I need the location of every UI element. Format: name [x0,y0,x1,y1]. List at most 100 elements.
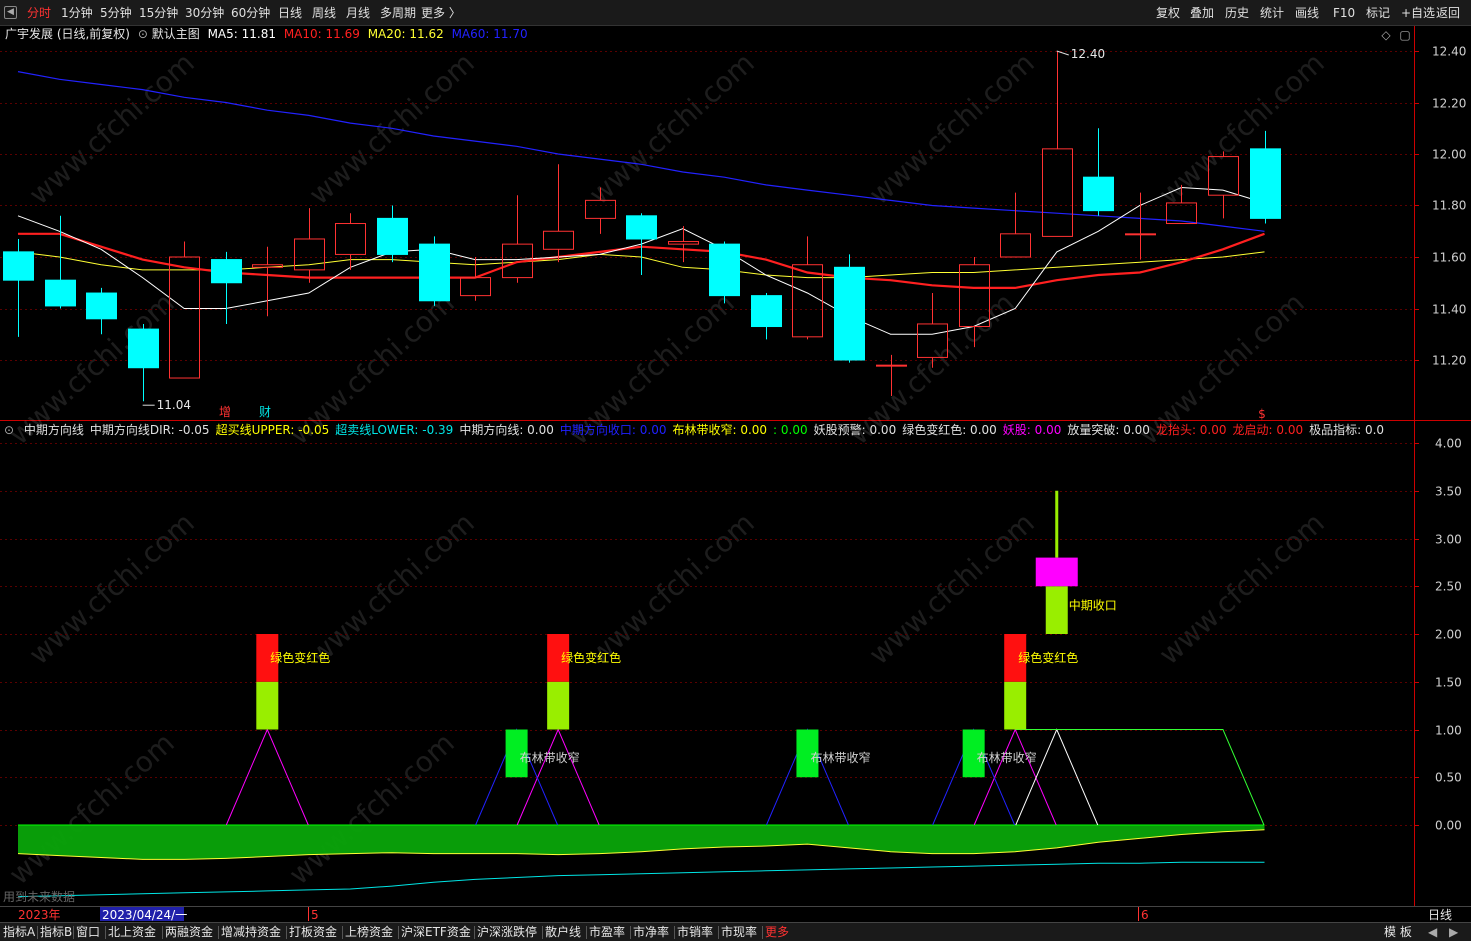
tool-button-6[interactable]: 标记 [1366,5,1390,21]
period-tab-4[interactable]: 30分钟 [185,5,224,21]
signal-bar-green [256,681,279,730]
period-tab-10[interactable]: 更多 〉 [421,5,461,21]
price-tick-label: 11.60 [1432,251,1466,265]
ma60-label: MA60: 11.70 [451,27,528,41]
indicator-legend-item: 龙启动: 0.00 [1232,423,1304,437]
period-tab-7[interactable]: 周线 [312,5,336,21]
indicator-legend-item: 放量突破: 0.00 [1067,423,1150,437]
stock-chart[interactable]: www.cfchi.com www.cfchi.com www.cfchi.com w… [0,26,1471,922]
indicator-legend-item: 绿色变红色: 0.00 [902,423,997,437]
period-tab-9[interactable]: 多周期 [380,5,416,21]
period-tab-0[interactable]: 分时 [27,5,51,21]
indicator-legend: ⊙ 中期方向线 中期方向线DIR: -0.05 超买线UPPER: -0.05 超卖线… [4,422,1384,438]
indicator-legend-item: 中期方向线 [23,423,84,437]
period-tab-5[interactable]: 60分钟 [231,5,270,21]
indicator-legend-item: 龙抬头: 0.00 [1155,423,1227,437]
candle [834,254,865,363]
ma20-label: MA20: 11.62 [367,27,444,41]
signal-label-boll-narrow: 布林带收窄 [810,750,870,765]
tab-separator [162,926,163,939]
signal-label-boll-narrow: 布林带收窄 [977,750,1037,765]
bottom-tab-8[interactable]: 沪深ETF资金 [401,925,471,940]
candle-body-down [3,251,34,281]
tool-button-7[interactable]: +自选 [1401,5,1435,21]
settings-icon[interactable]: ⊙ [138,27,148,41]
candle-body-down [377,217,408,255]
high-price-label: 12.40 [1071,47,1105,61]
tool-button-1[interactable]: 叠加 [1190,5,1214,21]
tool-button-4[interactable]: 画线 [1295,5,1319,21]
signal-bar-green [547,681,570,730]
bottom-tab-2[interactable]: 窗口 [76,925,100,940]
bottom-tab-10[interactable]: 散户线 [545,925,581,940]
signal-bar-magenta [1035,557,1078,587]
indicator-tick-label: 4.00 [1435,437,1462,451]
bottom-tab-15[interactable]: 更多 [765,925,789,940]
signal-label-mid-close: 中期收口 [1069,597,1117,612]
back-arrow-icon[interactable]: ◀ [4,6,17,19]
ma5-label: MA5: 11.81 [207,27,276,41]
main-template[interactable]: 默认主图 [152,27,200,41]
price-tick-label: 11.80 [1432,199,1466,213]
period-tab-1[interactable]: 1分钟 [61,5,93,21]
template-button[interactable]: 模 板 [1384,925,1412,940]
period-tab-2[interactable]: 5分钟 [100,5,132,21]
collapse-icon[interactable]: ⊙ [4,423,14,437]
indicator-legend-item: 超卖线LOWER: -0.39 [335,423,454,437]
future-data-note: 用到未来数据 [3,889,75,904]
candle-body-down [1083,176,1114,212]
signal-label-green-to-red: 绿色变红色 [270,650,330,665]
bottom-tab-1[interactable]: 指标B [40,925,72,940]
indicator-legend-item: 中期方向线DIR: -0.05 [89,423,210,437]
indicator-tick-label: 1.00 [1435,724,1462,738]
main-legend: 广宇发展 (日线,前复权) ⊙ 默认主图 MA5: 11.81 MA10: 11… [5,26,528,42]
period-tab-6[interactable]: 日线 [278,5,302,21]
candle-body-down [128,328,159,369]
price-tick-label: 12.00 [1432,148,1466,162]
signal-bar-green [1045,586,1068,634]
indicator-legend-item: 妖股: 0.00 [1002,423,1062,437]
candle-body-down [626,215,657,240]
indicator-tick-label: 2.00 [1435,628,1462,642]
tool-button-0[interactable]: 复权 [1156,5,1180,21]
tab-separator [73,926,74,939]
tool-button-3[interactable]: 统计 [1260,5,1284,21]
bottom-tabbar: 指标A 指标B 窗口 北上资金 两融资金 增减持资金 打板资金 上榜资金 沪深ETF资金 沪深涨跌… [0,922,1471,941]
candle [419,236,450,306]
bottom-tab-7[interactable]: 上榜资金 [345,925,393,940]
period-label: 日线 [1428,908,1452,922]
tool-button-8[interactable]: 返回 [1436,5,1460,21]
tab-separator [105,926,106,939]
bottom-tab-6[interactable]: 打板资金 [289,925,337,940]
tool-button-5[interactable]: F10 [1333,5,1355,21]
diamond-icon: ◇ [1381,28,1391,42]
tab-separator [542,926,543,939]
tool-button-2[interactable]: 历史 [1225,5,1249,21]
bottom-tab-11[interactable]: 市盈率 [589,925,625,940]
scroll-left-icon[interactable]: ◀ [1428,925,1437,940]
bottom-tab-4[interactable]: 两融资金 [165,925,213,940]
bottom-tab-5[interactable]: 增减持资金 [221,925,281,940]
price-tick-label: 11.40 [1432,303,1466,317]
indicator-legend-item: 超买线UPPER: -0.05 [215,423,330,437]
price-tick-label: 12.20 [1432,97,1466,111]
zeng-marker: 增 [219,405,231,419]
indicator-legend-item: : 0.00 [773,423,808,437]
bottom-tab-12[interactable]: 市净率 [633,925,669,940]
bottom-tab-13[interactable]: 市销率 [677,925,713,940]
candle-body-down [1250,148,1281,219]
tab-separator [218,926,219,939]
tab-separator [37,926,38,939]
bottom-tab-14[interactable]: 市现率 [721,925,757,940]
candle-body-down [45,279,76,307]
tab-separator [586,926,587,939]
scroll-right-icon[interactable]: ▶ [1449,925,1458,940]
candle-body-up [1125,233,1156,236]
bottom-tab-0[interactable]: 指标A [3,925,35,940]
period-tab-3[interactable]: 15分钟 [139,5,178,21]
signal-label-boll-narrow: 布林带收窄 [520,750,580,765]
tab-separator [398,926,399,939]
period-tab-8[interactable]: 月线 [346,5,370,21]
bottom-tab-3[interactable]: 北上资金 [108,925,156,940]
bottom-tab-9[interactable]: 沪深涨跌停 [477,925,537,940]
